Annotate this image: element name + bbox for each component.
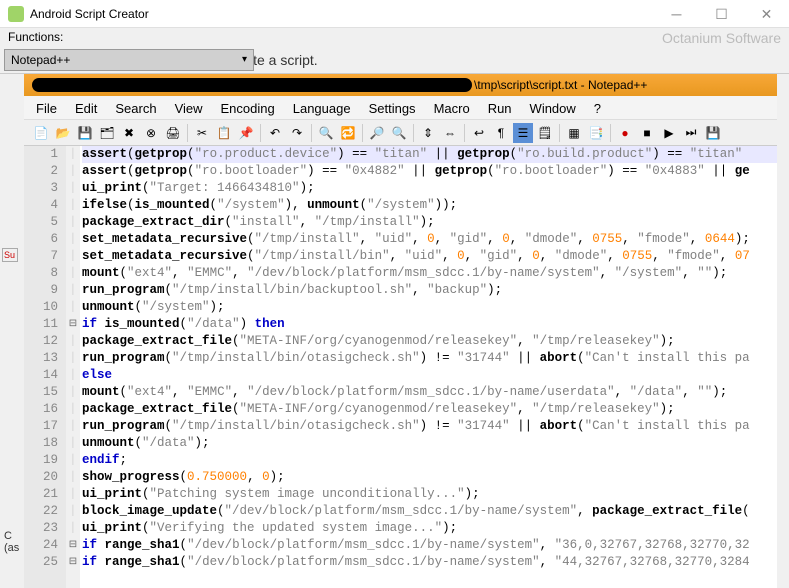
doc-map-icon[interactable]: ▦ <box>564 123 584 143</box>
code-area[interactable]: assert(getprop("ro.product.device") == "… <box>80 146 777 588</box>
sync-v-icon[interactable]: ⇕ <box>418 123 438 143</box>
functions-label: Functions: <box>8 30 63 44</box>
zoom-in-icon[interactable]: 🔎 <box>367 123 387 143</box>
titlebar: Android Script Creator ─ ☐ ✕ <box>0 0 789 28</box>
toolbar-row: Notepad++ ite a script. <box>0 46 789 74</box>
window-controls: ─ ☐ ✕ <box>654 0 789 28</box>
save-icon[interactable]: 💾 <box>75 123 95 143</box>
code-line[interactable]: run_program("/tmp/install/bin/otasigchec… <box>82 418 777 435</box>
side-bottom: C (as <box>4 530 19 554</box>
new-icon[interactable]: 📄 <box>31 123 51 143</box>
code-line[interactable]: unmount("/data"); <box>82 435 777 452</box>
code-line[interactable]: set_metadata_recursive("/tmp/install/bin… <box>82 248 777 265</box>
npp-editor[interactable]: 1234567891011121314151617181920212223242… <box>24 146 777 588</box>
sync-h-icon[interactable]: ⇔ <box>440 123 460 143</box>
code-line[interactable]: ui_print("Patching system image uncondit… <box>82 486 777 503</box>
npp-titlebar: \tmp\script\script.txt - Notepad++ <box>24 74 777 96</box>
menu-edit[interactable]: Edit <box>67 99 105 116</box>
fold-column[interactable]: ││││││││││⊟││││││││││││⊟⊟ <box>66 146 80 588</box>
maximize-button[interactable]: ☐ <box>699 0 744 28</box>
lang-icon[interactable]: 🗒 <box>535 123 555 143</box>
menu-encoding[interactable]: Encoding <box>213 99 283 116</box>
closeall-icon[interactable]: ⊗ <box>141 123 161 143</box>
code-line[interactable]: package_extract_file("META-INF/org/cyano… <box>82 333 777 350</box>
code-line[interactable]: assert(getprop("ro.bootloader") == "0x48… <box>82 163 777 180</box>
menu-settings[interactable]: Settings <box>361 99 424 116</box>
savemacro-icon[interactable]: 💾 <box>703 123 723 143</box>
menu-view[interactable]: View <box>167 99 211 116</box>
app-icon <box>8 6 24 22</box>
redo-icon[interactable]: ↷ <box>287 123 307 143</box>
npp-menubar: FileEditSearchViewEncodingLanguageSettin… <box>24 96 777 120</box>
code-line[interactable]: show_progress(0.750000, 0); <box>82 469 777 486</box>
npp-title-suffix: \tmp\script\script.txt - Notepad++ <box>474 78 647 92</box>
notepadpp-window: \tmp\script\script.txt - Notepad++ FileE… <box>24 74 777 588</box>
code-line[interactable]: if range_sha1("/dev/block/platform/msm_s… <box>82 537 777 554</box>
code-line[interactable]: package_extract_file("META-INF/org/cyano… <box>82 401 777 418</box>
close-button[interactable]: ✕ <box>744 0 789 28</box>
stop-icon[interactable]: ■ <box>637 123 657 143</box>
saveall-icon[interactable]: 🗂 <box>97 123 117 143</box>
editor-dropdown[interactable]: Notepad++ <box>4 49 254 71</box>
menu-run[interactable]: Run <box>480 99 520 116</box>
zoom-out-icon[interactable]: 🔍 <box>389 123 409 143</box>
code-line[interactable]: if range_sha1("/dev/block/platform/msm_s… <box>82 554 777 571</box>
cut-icon[interactable]: ✂ <box>192 123 212 143</box>
titlebar-title: Android Script Creator <box>30 7 149 21</box>
code-line[interactable]: unmount("/system"); <box>82 299 777 316</box>
code-line[interactable]: block_image_update("/dev/block/platform/… <box>82 503 777 520</box>
code-line[interactable]: ifelse(is_mounted("/system"), unmount("/… <box>82 197 777 214</box>
brand-label: Octanium Software <box>662 30 781 44</box>
dropdown-value: Notepad++ <box>11 53 70 67</box>
code-line[interactable]: endif; <box>82 452 777 469</box>
menu-?[interactable]: ? <box>586 99 609 116</box>
indent-icon[interactable]: ☰ <box>513 123 533 143</box>
close-icon[interactable]: ✖ <box>119 123 139 143</box>
wrap-icon[interactable]: ↩ <box>469 123 489 143</box>
playmulti-icon[interactable]: ⏭ <box>681 123 701 143</box>
func-list-icon[interactable]: 📑 <box>586 123 606 143</box>
line-gutter: 1234567891011121314151617181920212223242… <box>24 146 66 588</box>
code-line[interactable]: else <box>82 367 777 384</box>
menu-macro[interactable]: Macro <box>426 99 478 116</box>
npp-title-redacted <box>32 78 472 92</box>
functions-row: Functions: Octanium Software <box>0 28 789 46</box>
code-line[interactable]: run_program("/tmp/install/bin/backuptool… <box>82 282 777 299</box>
code-line[interactable]: mount("ext4", "EMMC", "/dev/block/platfo… <box>82 265 777 282</box>
menu-language[interactable]: Language <box>285 99 359 116</box>
allchars-icon[interactable]: ¶ <box>491 123 511 143</box>
menu-window[interactable]: Window <box>522 99 584 116</box>
find-icon[interactable]: 🔍 <box>316 123 336 143</box>
code-line[interactable]: mount("ext4", "EMMC", "/dev/block/platfo… <box>82 384 777 401</box>
code-line[interactable]: if is_mounted("/data") then <box>82 316 777 333</box>
code-line[interactable]: package_extract_dir("install", "/tmp/ins… <box>82 214 777 231</box>
code-line[interactable]: assert(getprop("ro.product.device") == "… <box>82 146 777 163</box>
open-icon[interactable]: 📂 <box>53 123 73 143</box>
print-icon[interactable]: 🖨 <box>163 123 183 143</box>
side-panel-stub <box>0 76 20 566</box>
replace-icon[interactable]: 🔁 <box>338 123 358 143</box>
menu-file[interactable]: File <box>28 99 65 116</box>
code-line[interactable]: ui_print("Target: 1466434810"); <box>82 180 777 197</box>
copy-icon[interactable]: 📋 <box>214 123 234 143</box>
code-line[interactable]: ui_print("Verifying the updated system i… <box>82 520 777 537</box>
code-line[interactable]: set_metadata_recursive("/tmp/install", "… <box>82 231 777 248</box>
record-icon[interactable]: ● <box>615 123 635 143</box>
paste-icon[interactable]: 📌 <box>236 123 256 143</box>
npp-toolbar: 📄 📂 💾 🗂 ✖ ⊗ 🖨 ✂ 📋 📌 ↶ ↷ 🔍 🔁 🔎 🔍 ⇕ ⇔ ↩ ¶ … <box>24 120 777 146</box>
minimize-button[interactable]: ─ <box>654 0 699 28</box>
hint-text: ite a script. <box>250 52 318 68</box>
side-small: Su <box>2 248 18 262</box>
undo-icon[interactable]: ↶ <box>265 123 285 143</box>
code-line[interactable]: run_program("/tmp/install/bin/otasigchec… <box>82 350 777 367</box>
menu-search[interactable]: Search <box>107 99 164 116</box>
play-icon[interactable]: ▶ <box>659 123 679 143</box>
